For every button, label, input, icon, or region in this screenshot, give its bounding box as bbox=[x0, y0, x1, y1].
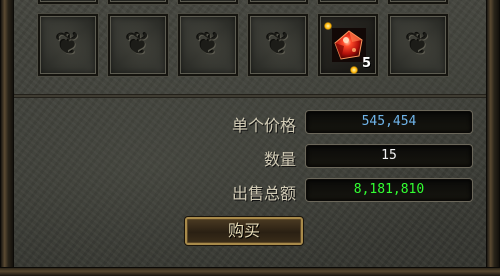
red-gem-icon bbox=[332, 28, 366, 62]
item-stack-count: 5 bbox=[361, 56, 371, 71]
dragon-emblem-icon: ❦ bbox=[405, 27, 431, 62]
inventory-slot[interactable]: ❦ bbox=[248, 14, 308, 76]
sparkle-icon bbox=[350, 66, 358, 74]
dragon-emblem-icon: ❦ bbox=[55, 27, 81, 62]
buy-button[interactable]: 购买 bbox=[185, 217, 303, 245]
unit-price-field[interactable]: 545,454 bbox=[306, 111, 472, 133]
dragon-emblem-icon: ❦ bbox=[125, 27, 151, 62]
trade-panel: ❦ ❦ ❦ ❦ ❦ ❦ ❦ ❦ ❦ ❦ bbox=[0, 0, 500, 276]
section-divider bbox=[12, 94, 488, 98]
inventory-slot[interactable]: ❦ bbox=[178, 14, 238, 76]
unit-price-label: 单个价格 bbox=[231, 116, 296, 135]
dragon-emblem-icon: ❦ bbox=[265, 27, 291, 62]
quantity-field[interactable]: 15 bbox=[306, 145, 472, 167]
frame-left-pillar bbox=[0, 0, 14, 276]
inventory-slot[interactable]: ❦ bbox=[38, 0, 98, 4]
inventory-slot[interactable]: ❦ bbox=[318, 0, 378, 4]
total-label: 出售总额 bbox=[231, 184, 296, 203]
inventory-top-row: ❦ ❦ ❦ ❦ ❦ ❦ bbox=[38, 0, 448, 4]
sparkle-icon bbox=[324, 22, 332, 30]
total-field: 8,181,810 bbox=[306, 179, 472, 201]
inventory-slot[interactable]: ❦ bbox=[108, 0, 168, 4]
inventory-main-row: ❦ ❦ ❦ ❦ 5 ❦ bbox=[38, 14, 448, 76]
inventory-slot[interactable]: ❦ bbox=[178, 0, 238, 4]
inventory-slot[interactable]: ❦ bbox=[248, 0, 308, 4]
inventory-slot[interactable]: ❦ bbox=[38, 14, 98, 76]
inventory-slot[interactable]: ❦ bbox=[388, 0, 448, 4]
frame-bottom-border bbox=[0, 267, 500, 276]
quantity-label: 数量 bbox=[263, 150, 296, 169]
inventory-slot[interactable]: ❦ bbox=[108, 14, 168, 76]
dragon-emblem-icon: ❦ bbox=[195, 27, 221, 62]
frame-right-pillar bbox=[486, 0, 500, 276]
inventory-slot[interactable]: ❦ bbox=[388, 14, 448, 76]
inventory-slot-selected[interactable]: 5 bbox=[318, 14, 378, 76]
